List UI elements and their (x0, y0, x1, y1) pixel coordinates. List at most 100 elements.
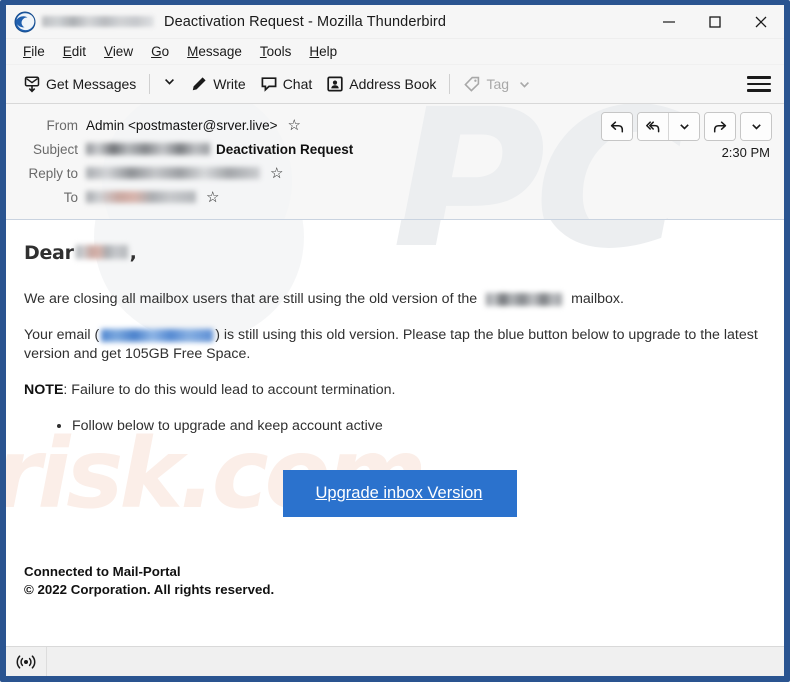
forward-button[interactable] (705, 113, 735, 140)
get-messages-button[interactable]: Get Messages (16, 71, 143, 97)
menu-help-accel: H (309, 44, 320, 59)
paragraph1-part2: mailbox. (571, 291, 624, 307)
broadcast-signal-icon[interactable] (6, 654, 46, 670)
forward-group (704, 112, 736, 141)
paragraph1-part1: We are closing all mailbox users that ar… (24, 291, 478, 307)
hamburger-menu-icon[interactable] (746, 72, 772, 96)
header-row-to: To ☆ (6, 185, 784, 209)
reply-to-label: Reply to (28, 165, 78, 181)
get-messages-dropdown[interactable] (156, 71, 183, 97)
greeting-line: Dear , (24, 242, 766, 264)
reply-all-icon (645, 119, 661, 135)
get-messages-label: Get Messages (46, 76, 137, 92)
menu-edit-label: dit (71, 44, 87, 59)
footer-line-2: © 2022 Corporation. All rights reserved. (24, 582, 275, 597)
window-title: Deactivation Request - Mozilla Thunderbi… (164, 13, 446, 30)
reply-button[interactable] (602, 113, 632, 140)
menu-tools-label: ools (266, 44, 292, 59)
chevron-down-icon (163, 75, 176, 93)
menu-view-label: iew (112, 44, 134, 59)
menu-bar: File Edit View Go Message Tools Help (6, 39, 784, 65)
paragraph2-redacted-email (101, 328, 214, 342)
subject-value-group: Deactivation Request (86, 142, 353, 157)
from-value: Admin <postmaster@srver.live> (86, 117, 278, 133)
more-actions-button[interactable] (741, 113, 771, 140)
star-outline-icon[interactable]: ☆ (206, 190, 219, 205)
status-bar (6, 646, 784, 676)
note-text: : Failure to do this would lead to accou… (63, 382, 396, 398)
paragraph-old-version: Your email () is still using this old ve… (24, 326, 766, 364)
menu-view[interactable]: View (95, 42, 142, 61)
to-redacted-address (86, 191, 196, 203)
header-row-reply-to: Reply to ☆ (6, 161, 784, 185)
address-book-button[interactable]: Address Book (319, 71, 443, 97)
reply-all-group (637, 112, 700, 141)
message-body: PC risk.com Dear , We are closing all ma… (6, 220, 784, 622)
window-controls (646, 5, 784, 38)
reply-to-value-group: ☆ (86, 166, 283, 181)
to-value-group: ☆ (86, 190, 219, 205)
tag-icon (463, 75, 481, 93)
toolbar-divider-1 (149, 74, 151, 94)
menu-view-accel: V (104, 44, 113, 59)
menu-edit-accel: E (62, 44, 72, 59)
star-outline-icon[interactable]: ☆ (288, 118, 301, 133)
menu-help[interactable]: Help (300, 42, 346, 61)
tag-button[interactable]: Tag (456, 71, 538, 97)
subject-label: Subject (32, 141, 78, 157)
reply-all-button[interactable] (638, 113, 668, 140)
contact-card-icon (326, 75, 344, 93)
cta-button-wrapper: Upgrade inbox Version (6, 470, 784, 517)
paragraph1-redacted-domain (486, 292, 563, 306)
subject-redacted-address (86, 143, 210, 155)
menu-edit[interactable]: Edit (54, 42, 95, 61)
thunderbird-window: Deactivation Request - Mozilla Thunderbi… (0, 0, 790, 682)
star-outline-icon[interactable]: ☆ (270, 166, 283, 181)
maximize-button[interactable] (692, 5, 738, 38)
paragraph2-part1: Your email ( (24, 327, 100, 343)
close-button[interactable] (738, 5, 784, 38)
reply-to-redacted-address (86, 167, 260, 179)
menu-go-accel: G (151, 44, 162, 59)
note-label: NOTE (24, 382, 64, 398)
main-toolbar: Get Messages Write Chat Address Book Tag (6, 65, 784, 104)
write-label: Write (213, 76, 246, 92)
title-bar: Deactivation Request - Mozilla Thunderbi… (6, 5, 784, 39)
chat-label: Chat (282, 76, 313, 92)
menu-help-label: elp (319, 44, 338, 59)
reply-group (601, 112, 633, 141)
to-label: To (63, 189, 78, 205)
menu-message-label: essage (198, 44, 242, 59)
address-book-label: Address Book (349, 76, 437, 92)
email-content: Dear , We are closing all mailbox users … (6, 220, 784, 436)
download-mail-icon (23, 75, 41, 93)
footer-line-1: Connected to Mail-Portal (24, 564, 181, 579)
list-item: Follow below to upgrade and keep account… (72, 417, 766, 436)
bullet-list: Follow below to upgrade and keep account… (24, 417, 766, 436)
menu-tools[interactable]: Tools (251, 42, 301, 61)
menu-message-accel: M (187, 44, 199, 59)
menu-file-label: ile (31, 44, 45, 59)
upgrade-inbox-version-button[interactable]: Upgrade inbox Version (283, 470, 517, 517)
tag-dropdown-chevron-down-icon[interactable] (518, 78, 531, 91)
write-button[interactable]: Write (183, 71, 252, 97)
menu-tools-accel: T (259, 44, 267, 59)
reply-dropdown-button[interactable] (668, 113, 699, 140)
menu-go-label: o (161, 44, 170, 59)
greeting-suffix: , (129, 242, 137, 264)
menu-file-accel: F (23, 44, 32, 59)
forward-icon (712, 119, 728, 135)
minimize-button[interactable] (646, 5, 692, 38)
status-text-area (46, 647, 784, 676)
email-footer: Connected to Mail-Portal © 2022 Corporat… (6, 563, 784, 599)
paragraph-closing-notice: We are closing all mailbox users that ar… (24, 290, 766, 309)
chat-button[interactable]: Chat (253, 71, 320, 97)
tag-label: Tag (486, 76, 510, 92)
from-label: From (46, 117, 79, 133)
menu-file[interactable]: File (14, 42, 54, 61)
subject-value: Deactivation Request (216, 141, 354, 157)
menu-go[interactable]: Go (142, 42, 178, 61)
message-action-buttons (601, 112, 772, 141)
menu-message[interactable]: Message (178, 42, 251, 61)
message-header: PC From Admin <postmaster@srver.live> ☆ … (6, 104, 784, 220)
